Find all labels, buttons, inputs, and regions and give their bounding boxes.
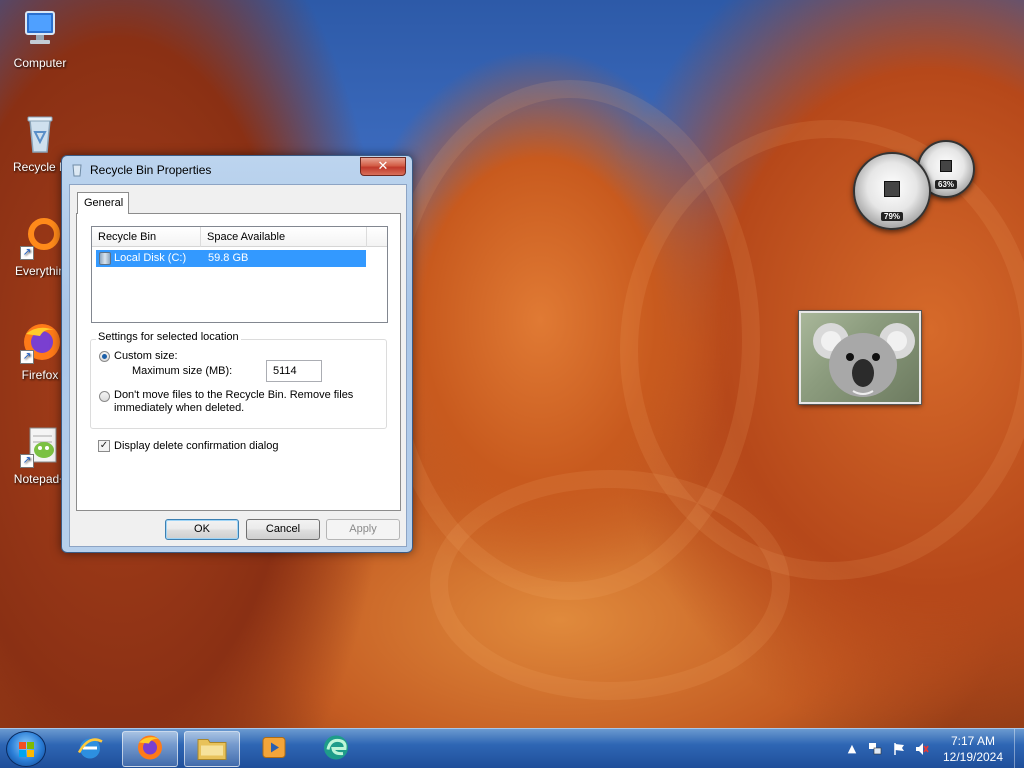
network-icon[interactable]	[868, 742, 882, 756]
dialog-client-area: General Recycle Bin Location Space Avail…	[69, 184, 407, 547]
wallpaper-rock-reflection	[430, 470, 790, 700]
show-desktop-button[interactable]	[1014, 729, 1024, 768]
start-button[interactable]	[6, 731, 46, 767]
memory-chip-icon	[940, 160, 952, 172]
dont-move-files-label-line2[interactable]: immediately when deleted.	[114, 402, 244, 414]
taskbar-edge[interactable]	[308, 731, 364, 767]
clock-time: 7:17 AM	[950, 734, 996, 748]
dialog-title: Recycle Bin Properties	[90, 163, 212, 177]
recycle-bin-properties-dialog: Recycle Bin Properties ✕ General Recycle…	[61, 155, 413, 553]
taskbar-firefox[interactable]	[122, 731, 178, 767]
list-header: Recycle Bin Location Space Available	[92, 227, 387, 263]
tab-general[interactable]: General	[77, 192, 129, 214]
ok-button[interactable]: OK	[165, 519, 239, 540]
memory-usage-value: 63%	[934, 180, 958, 189]
firefox-icon: ↗	[18, 320, 62, 364]
row-location: Local Disk (C:)	[114, 252, 187, 264]
max-size-label: Maximum size (MB):	[132, 365, 233, 377]
cpu-chip-icon	[884, 181, 900, 197]
recycle-bin-location-list[interactable]: Recycle Bin Location Space Available Loc…	[91, 226, 388, 323]
settings-group-title: Settings for selected location	[96, 331, 241, 343]
volume-muted-icon[interactable]	[915, 742, 929, 756]
max-size-input[interactable]: 5114	[266, 360, 322, 382]
action-center-flag-icon[interactable]	[892, 742, 906, 756]
internet-explorer-icon	[75, 733, 105, 766]
desktop-icon-label: Computer	[13, 56, 67, 70]
list-row-local-disk[interactable]: Local Disk (C:) 59.8 GB	[96, 250, 366, 267]
taskbar-media-player[interactable]	[246, 731, 302, 767]
file-explorer-icon	[196, 734, 228, 765]
windows-logo-icon	[19, 742, 35, 758]
computer-icon	[18, 8, 62, 52]
custom-size-radio[interactable]	[99, 351, 110, 362]
cpu-usage-value: 79%	[880, 212, 904, 221]
display-confirmation-label[interactable]: Display delete confirmation dialog	[114, 440, 278, 452]
apply-button[interactable]: Apply	[326, 519, 400, 540]
column-header-location[interactable]: Recycle Bin Location	[92, 227, 201, 263]
shortcut-arrow-icon: ↗	[20, 350, 34, 364]
hard-drive-icon	[99, 252, 111, 265]
wallpaper-rock-left	[380, 80, 760, 600]
row-space-available: 59.8 GB	[208, 252, 249, 264]
taskbar-file-explorer[interactable]	[184, 731, 240, 767]
everything-search-icon: ↗	[18, 216, 62, 260]
media-player-icon	[260, 734, 288, 765]
taskbar: ▲ 7:17 AM 12/19/2024	[0, 728, 1024, 768]
taskbar-internet-explorer[interactable]	[62, 731, 118, 767]
custom-size-label[interactable]: Custom size:	[114, 350, 178, 362]
system-clock[interactable]: 7:17 AM 12/19/2024	[937, 733, 1009, 765]
dont-move-files-label-line1[interactable]: Don't move files to the Recycle Bin. Rem…	[114, 389, 353, 401]
display-confirmation-checkbox[interactable]: ✓	[98, 440, 110, 452]
close-button[interactable]: ✕	[360, 157, 406, 176]
cpu-meter-gadget[interactable]: 79%	[853, 152, 931, 230]
slideshow-gadget-koala-photo[interactable]	[799, 311, 921, 404]
recycle-bin-icon	[18, 112, 62, 156]
koala-image	[813, 323, 915, 397]
shortcut-arrow-icon: ↗	[20, 246, 34, 260]
dont-move-files-radio[interactable]	[99, 391, 110, 402]
clock-date: 12/19/2024	[942, 750, 1004, 764]
show-hidden-icons-chevron-icon[interactable]: ▲	[845, 742, 859, 756]
column-header-space[interactable]: Space Available	[201, 227, 367, 247]
notepad-plus-plus-icon: ↗	[18, 424, 62, 468]
title-bar[interactable]: Recycle Bin Properties ✕	[62, 156, 412, 184]
firefox-icon	[135, 733, 165, 766]
desktop-icon-computer[interactable]: Computer	[0, 8, 80, 70]
shortcut-arrow-icon: ↗	[20, 454, 34, 468]
edge-icon	[321, 733, 351, 766]
recycle-bin-icon	[70, 163, 84, 177]
cancel-button[interactable]: Cancel	[246, 519, 320, 540]
